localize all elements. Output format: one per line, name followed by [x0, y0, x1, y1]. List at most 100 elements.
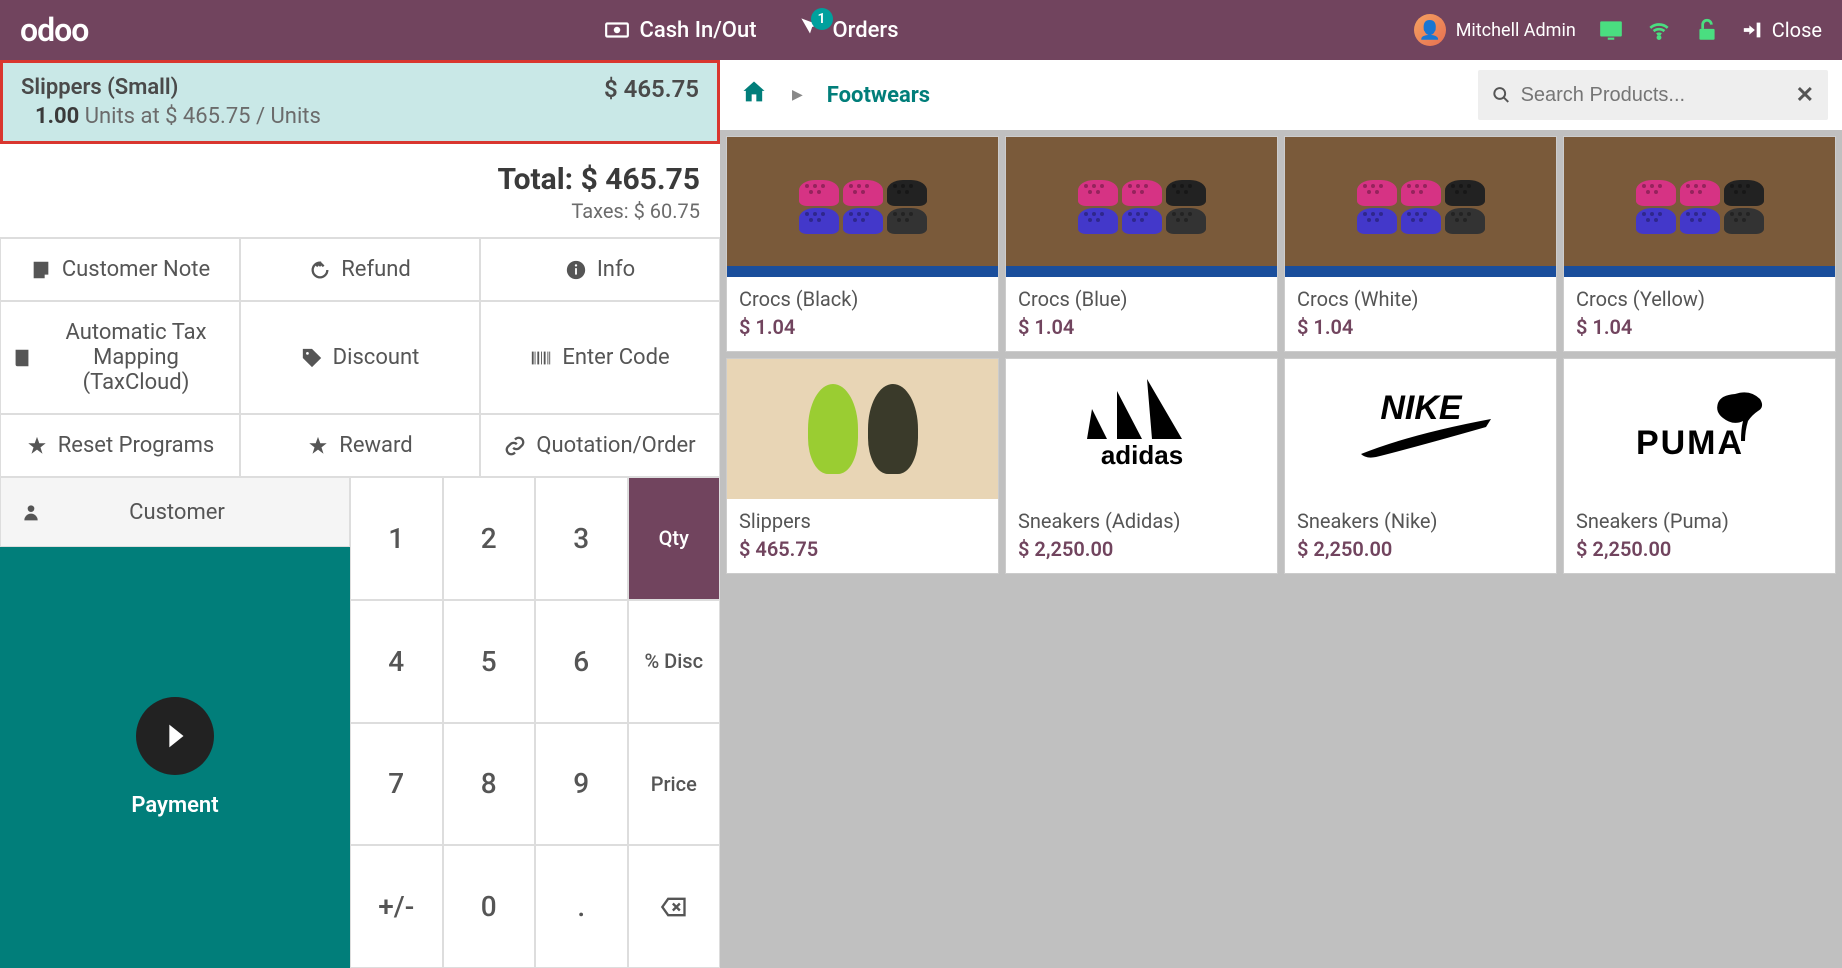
- numpad-2[interactable]: 2: [443, 477, 536, 600]
- product-name: Crocs (Yellow): [1564, 277, 1835, 315]
- payment-button[interactable]: Payment: [0, 547, 350, 968]
- product-card[interactable]: Slippers $ 465.75: [726, 358, 999, 574]
- screen-icon[interactable]: [1598, 17, 1624, 43]
- product-grid: Crocs (Black) $ 1.04 Crocs (Blue) $ 1.04…: [720, 130, 1842, 580]
- adidas-logo: adidas: [1006, 359, 1277, 499]
- product-card[interactable]: PUMA Sneakers (Puma) $ 2,250.00: [1563, 358, 1836, 574]
- numpad: 1 2 3 Qty 4 5 6 % Disc 7 8 9 Price +/- 0…: [350, 477, 720, 968]
- header-right: 👤 Mitchell Admin Close: [1414, 14, 1822, 46]
- search-clear-button[interactable]: ✕: [1796, 83, 1814, 108]
- info-button[interactable]: Info: [480, 238, 720, 301]
- orderline-units: Units at $ 465.75 / Units: [79, 104, 321, 129]
- star-icon: [26, 435, 48, 457]
- product-price: $ 2,250.00: [1006, 537, 1277, 573]
- total-main: Total: $ 465.75: [20, 162, 700, 197]
- person-icon: [21, 502, 41, 522]
- numpad-7[interactable]: 7: [350, 723, 443, 846]
- logo: odoo: [20, 11, 88, 49]
- numpad-9[interactable]: 9: [535, 723, 628, 846]
- product-name: Sneakers (Nike): [1285, 499, 1556, 537]
- product-card[interactable]: Crocs (Yellow) $ 1.04: [1563, 136, 1836, 352]
- product-card[interactable]: NIKE Sneakers (Nike) $ 2,250.00: [1284, 358, 1557, 574]
- header-center: Cash In/Out 1 Orders: [88, 14, 1413, 46]
- barcode-icon: [530, 347, 552, 369]
- bottom-section: Customer Payment 1 2 3 Qty 4 5 6 % Disc …: [0, 477, 720, 968]
- quotation-button[interactable]: Quotation/Order: [480, 414, 720, 477]
- close-button[interactable]: Close: [1742, 18, 1822, 42]
- book-icon: [11, 347, 33, 369]
- product-image: PUMA: [1564, 359, 1835, 499]
- home-button[interactable]: [740, 78, 768, 112]
- reward-button[interactable]: Reward: [240, 414, 480, 477]
- user-menu[interactable]: 👤 Mitchell Admin: [1414, 14, 1576, 46]
- total-taxes: Taxes: $ 60.75: [20, 199, 700, 223]
- product-card[interactable]: Crocs (Black) $ 1.04: [726, 136, 999, 352]
- reset-programs-button[interactable]: Reset Programs: [0, 414, 240, 477]
- product-image: [1006, 137, 1277, 277]
- product-name: Sneakers (Adidas): [1006, 499, 1277, 537]
- link-icon: [504, 435, 526, 457]
- product-name: Sneakers (Puma): [1564, 499, 1835, 537]
- customer-note-button[interactable]: Customer Note: [0, 238, 240, 301]
- breadcrumb-row: ▶ Footwears ✕: [720, 60, 1842, 130]
- numpad-0[interactable]: 0: [443, 845, 536, 968]
- breadcrumb: ▶ Footwears: [720, 78, 1478, 112]
- orders-icon-wrapper: 1: [797, 14, 823, 46]
- enter-code-button[interactable]: Enter Code: [480, 301, 720, 414]
- product-price: $ 1.04: [1285, 315, 1556, 351]
- orderline[interactable]: Slippers (Small) 1.00 Units at $ 465.75 …: [0, 60, 720, 144]
- auto-tax-button[interactable]: Automatic Tax Mapping (TaxCloud): [0, 301, 240, 414]
- orders-badge: 1: [811, 8, 833, 30]
- product-card[interactable]: Crocs (White) $ 1.04: [1284, 136, 1557, 352]
- numpad-disc[interactable]: % Disc: [628, 600, 721, 723]
- numpad-4[interactable]: 4: [350, 600, 443, 723]
- numpad-dot[interactable]: .: [535, 845, 628, 968]
- numpad-6[interactable]: 6: [535, 600, 628, 723]
- numpad-5[interactable]: 5: [443, 600, 536, 723]
- search-box: ✕: [1478, 70, 1828, 120]
- orders-button[interactable]: 1 Orders: [797, 14, 899, 46]
- backspace-icon: [660, 893, 688, 921]
- customer-label: Customer: [55, 500, 329, 525]
- breadcrumb-current[interactable]: Footwears: [827, 83, 930, 108]
- tag-icon: [301, 347, 323, 369]
- product-price: $ 2,250.00: [1285, 537, 1556, 573]
- right-panel: ▶ Footwears ✕ Crocs (Black) $ 1.04: [720, 60, 1842, 968]
- orderline-price: $ 465.75: [604, 75, 699, 129]
- user-name: Mitchell Admin: [1456, 20, 1576, 41]
- nike-logo: NIKE: [1285, 359, 1556, 499]
- product-image: NIKE: [1285, 359, 1556, 499]
- wifi-icon[interactable]: [1646, 17, 1672, 43]
- cash-in-out-button[interactable]: Cash In/Out: [604, 14, 757, 46]
- unlock-icon[interactable]: [1694, 17, 1720, 43]
- orderline-detail: 1.00 Units at $ 465.75 / Units: [21, 104, 321, 129]
- orderline-qty: 1.00: [35, 104, 79, 129]
- cash-in-out-label: Cash In/Out: [640, 18, 757, 43]
- search-icon: [1492, 84, 1511, 106]
- product-price: $ 1.04: [727, 315, 998, 351]
- numpad-3[interactable]: 3: [535, 477, 628, 600]
- product-name: Crocs (Blue): [1006, 277, 1277, 315]
- product-card[interactable]: adidas Sneakers (Adidas) $ 2,250.00: [1005, 358, 1278, 574]
- payment-icon-circle: [136, 697, 214, 775]
- numpad-backspace[interactable]: [628, 845, 721, 968]
- numpad-plusminus[interactable]: +/-: [350, 845, 443, 968]
- info-icon: [565, 259, 587, 281]
- refund-button[interactable]: Refund: [240, 238, 480, 301]
- numpad-qty[interactable]: Qty: [628, 477, 721, 600]
- product-image: [727, 359, 998, 499]
- customer-button[interactable]: Customer: [0, 477, 350, 547]
- search-input[interactable]: [1521, 84, 1786, 107]
- numpad-8[interactable]: 8: [443, 723, 536, 846]
- totals: Total: $ 465.75 Taxes: $ 60.75: [0, 144, 720, 238]
- product-image: [1285, 137, 1556, 277]
- product-card[interactable]: Crocs (Blue) $ 1.04: [1005, 136, 1278, 352]
- orderline-name: Slippers (Small): [21, 75, 321, 100]
- numpad-price[interactable]: Price: [628, 723, 721, 846]
- product-image: [727, 137, 998, 277]
- discount-button[interactable]: Discount: [240, 301, 480, 414]
- product-name: Slippers: [727, 499, 998, 537]
- cash-icon: [604, 17, 630, 43]
- product-image: [1564, 137, 1835, 277]
- numpad-1[interactable]: 1: [350, 477, 443, 600]
